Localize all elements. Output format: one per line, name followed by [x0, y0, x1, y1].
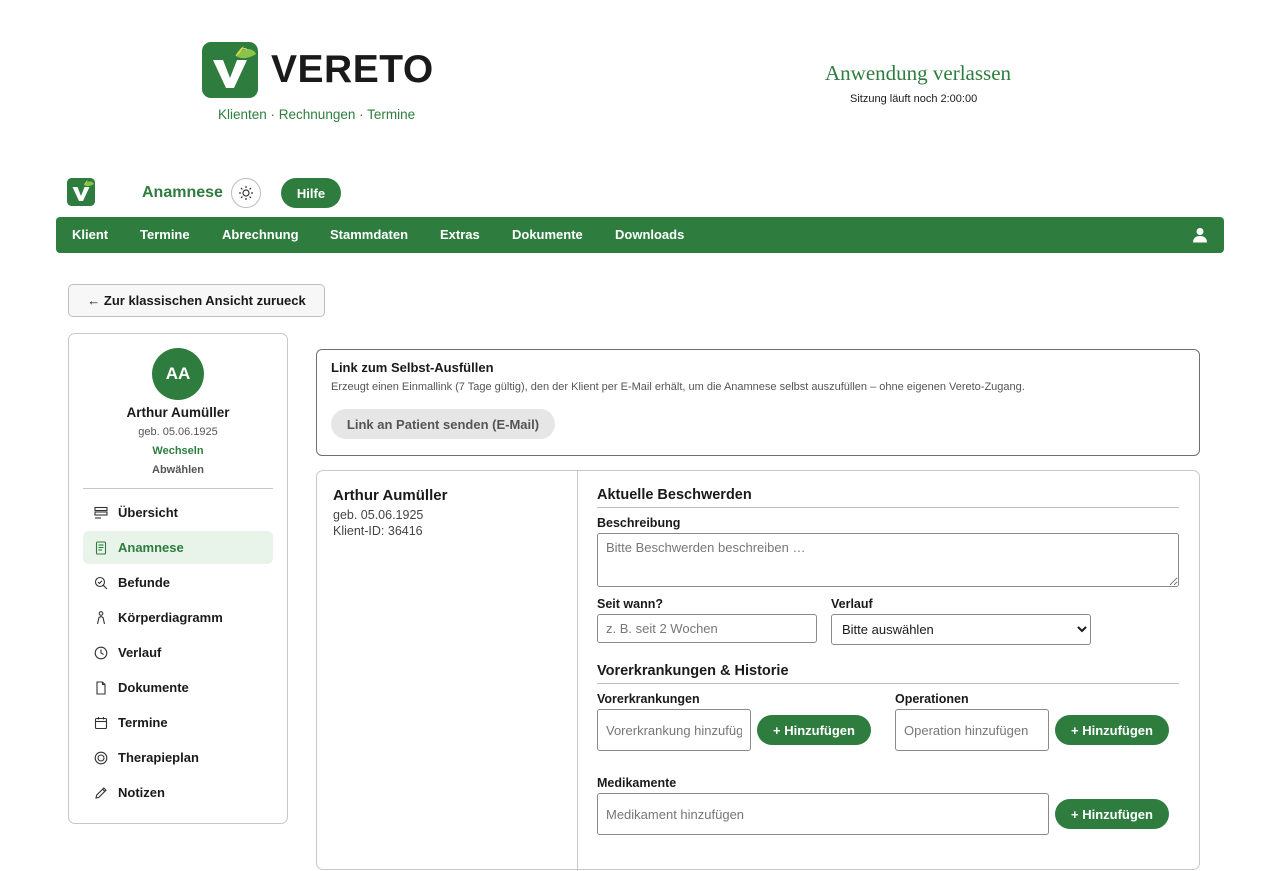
magnifier-check-icon [94, 576, 108, 589]
clipboard-icon [95, 540, 107, 555]
sidebar-item-label: Therapieplan [118, 750, 199, 765]
nav-item-klient[interactable]: Klient [72, 227, 108, 242]
sidebar-divider [83, 488, 273, 489]
since-field[interactable] [597, 614, 817, 643]
sidebar-client-name: Arthur Aumüller [126, 405, 230, 420]
section-title-history: Vorerkrankungen & Historie [597, 663, 789, 679]
nav-item-dokumente[interactable]: Dokumente [512, 227, 583, 242]
complaints-description-field[interactable] [597, 533, 1179, 587]
section-divider [597, 507, 1179, 508]
sun-icon [239, 186, 253, 200]
sidebar-item-therapieplan[interactable]: Therapieplan [83, 741, 273, 774]
sidebar-item-uebersicht[interactable]: Übersicht [83, 496, 273, 529]
anamnese-form-card: Arthur Aumüller geb. 05.06.1925 Klient-I… [316, 470, 1200, 871]
back-to-classic-button[interactable]: ← Zur klassischen Ansicht zurueck [68, 284, 325, 317]
sidebar-item-befunde[interactable]: Befunde [83, 566, 273, 599]
medications-label: Medikamente [597, 776, 677, 790]
user-icon[interactable] [1192, 227, 1208, 243]
avatar: AA [152, 348, 204, 400]
add-operation-button[interactable]: + Hinzufügen [1055, 715, 1169, 745]
theme-toggle-button[interactable] [231, 178, 261, 208]
sidebar-item-notizen[interactable]: Notizen [83, 776, 273, 809]
sidebar-item-koerperdiagramm[interactable]: Körperdiagramm [83, 601, 273, 634]
main-navbar: Klient Termine Abrechnung Stammdaten Ext… [56, 217, 1224, 253]
card-divider [577, 471, 578, 871]
client-dob: geb. 05.06.1925 [333, 508, 424, 522]
client-id: Klient-ID: 36416 [333, 524, 423, 538]
nav-item-termine[interactable]: Termine [140, 227, 190, 242]
pencil-icon [95, 786, 107, 799]
add-prior-illness-button[interactable]: + Hinzufügen [757, 715, 871, 745]
section-divider [597, 683, 1179, 684]
switch-client-link[interactable]: Wechseln [69, 445, 287, 457]
self-fill-card: Link zum Selbst-Ausfüllen Erzeugt einen … [316, 349, 1200, 456]
sidebar-item-verlauf[interactable]: Verlauf [83, 636, 273, 669]
self-fill-title: Link zum Selbst-Ausfüllen [331, 360, 494, 375]
clock-icon [94, 646, 108, 659]
sidebar-item-dokumente[interactable]: Dokumente [83, 671, 273, 704]
page-title: Anamnese [142, 184, 223, 201]
vereto-logo [202, 42, 258, 98]
sidebar-item-label: Termine [118, 715, 168, 730]
person-icon [96, 610, 106, 624]
sidebar-item-label: Befunde [118, 575, 170, 590]
session-timer: Sitzung läuft noch 2:00:00 [850, 93, 978, 105]
nav-item-downloads[interactable]: Downloads [615, 227, 684, 242]
brand-name: VERETO [271, 48, 434, 91]
list-icon [94, 506, 108, 519]
since-label: Seit wann? [597, 597, 663, 611]
nav-item-extras[interactable]: Extras [440, 227, 480, 242]
sidebar-item-label: Übersicht [118, 505, 178, 520]
sidebar-item-label: Verlauf [118, 645, 162, 660]
small-logo[interactable] [67, 178, 95, 206]
target-icon [94, 751, 108, 764]
sidebar-item-termine[interactable]: Termine [83, 706, 273, 739]
calendar-icon [94, 716, 108, 729]
send-link-button[interactable]: Link an Patient senden (E-Mail) [331, 409, 555, 439]
add-medication-button[interactable]: + Hinzufügen [1055, 799, 1169, 829]
nav-item-abrechnung[interactable]: Abrechnung [222, 227, 299, 242]
client-name: Arthur Aumüller [333, 487, 448, 504]
brand-tagline: Klienten · Rechnungen · Termine [218, 107, 416, 122]
deselect-client-link[interactable]: Abwählen [69, 464, 287, 476]
sidebar-item-anamnese[interactable]: Anamnese [83, 531, 273, 564]
nav-item-stammdaten[interactable]: Stammdaten [330, 227, 408, 242]
operations-field[interactable] [895, 709, 1049, 751]
sidebar-client-dob: geb. 05.06.1925 [138, 426, 218, 438]
file-icon [96, 680, 106, 695]
self-fill-description: Erzeugt einen Einmallink (7 Tage gültig)… [331, 381, 1025, 393]
exit-application-link[interactable]: Anwendung verlassen [825, 61, 1011, 86]
operations-label: Operationen [895, 692, 969, 706]
sidebar-item-label: Körperdiagramm [118, 610, 223, 625]
description-label: Beschreibung [597, 516, 681, 530]
sidebar-item-label: Notizen [118, 785, 165, 800]
section-title-complaints: Aktuelle Beschwerden [597, 487, 752, 503]
course-select[interactable]: Bitte auswählen [831, 614, 1091, 645]
prior-illness-label: Vorerkrankungen [597, 692, 700, 706]
sidebar-item-label: Anamnese [118, 540, 184, 555]
client-sidebar: AA Arthur Aumüller geb. 05.06.1925 Wechs… [68, 333, 288, 824]
help-button[interactable]: Hilfe [281, 178, 341, 208]
course-label: Verlauf [831, 597, 873, 611]
medications-field[interactable] [597, 793, 1049, 835]
prior-illness-field[interactable] [597, 709, 751, 751]
sidebar-item-label: Dokumente [118, 680, 189, 695]
